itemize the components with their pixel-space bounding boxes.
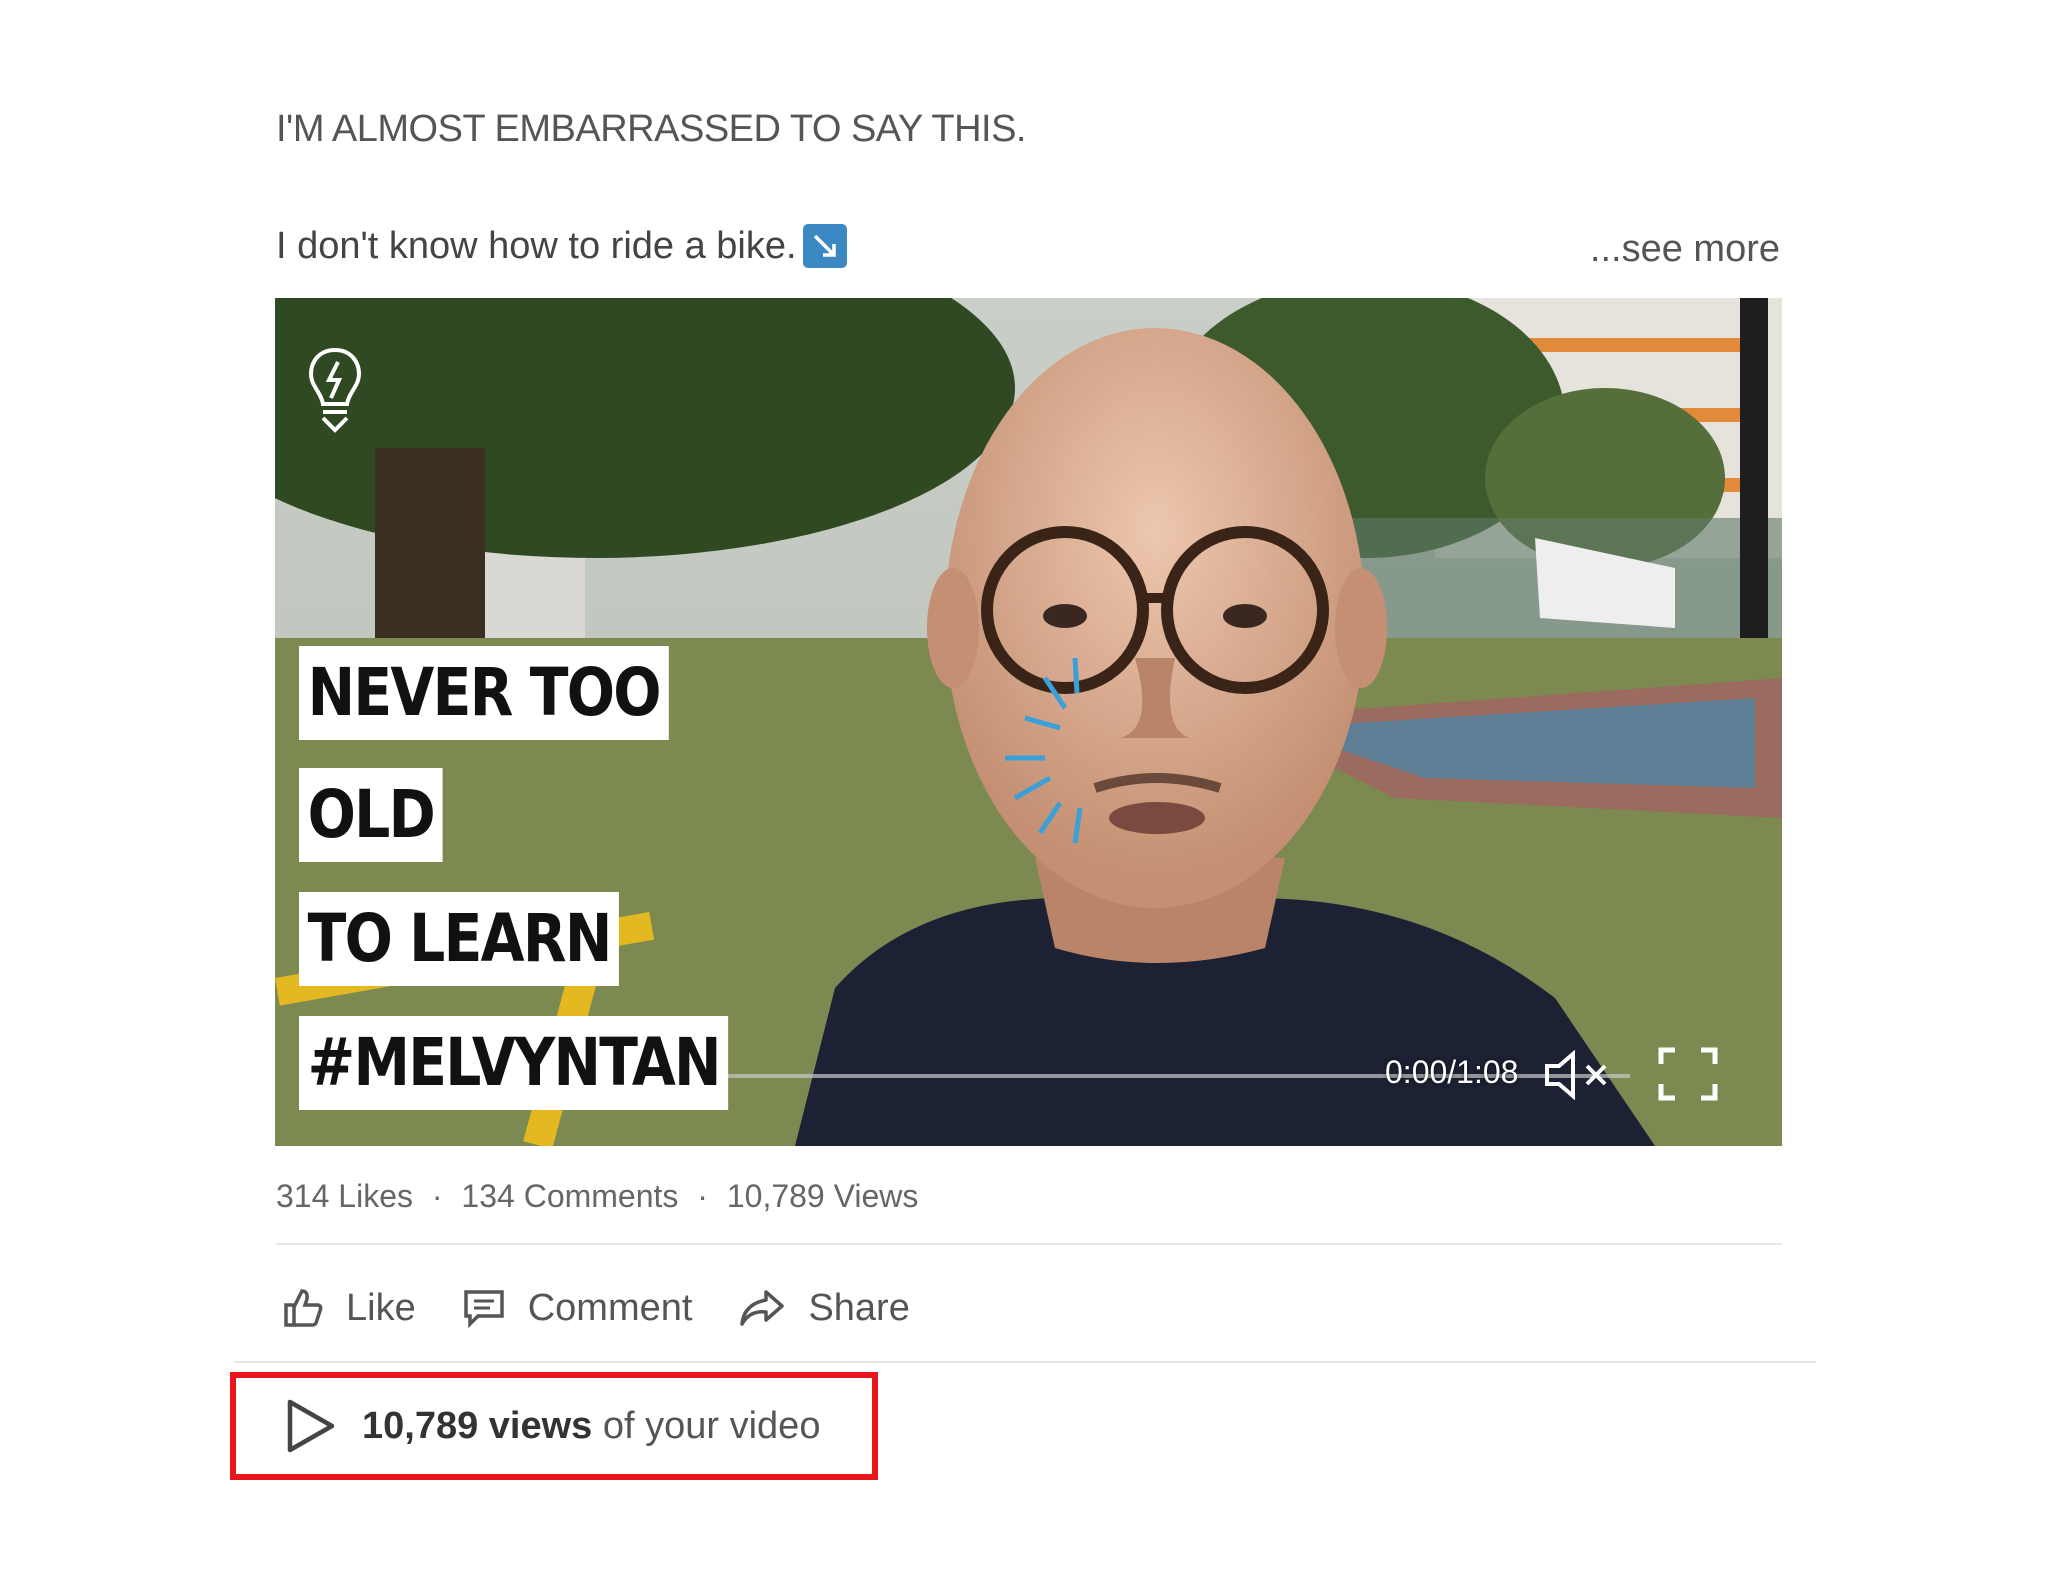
video-views-callout[interactable]: 10,789 views of your video <box>230 1372 878 1480</box>
share-button[interactable]: Share <box>738 1286 910 1330</box>
overlay-line-4: #MELVYNTAN <box>299 1016 729 1110</box>
action-bar: Like Comment Share <box>282 1278 956 1338</box>
video-time: 0:00/1:08 <box>1385 1054 1519 1090</box>
post-body-text: I don't know how to ride a bike. <box>276 224 797 267</box>
views-callout-text: 10,789 views of your video <box>362 1405 820 1448</box>
share-label: Share <box>808 1286 910 1329</box>
comment-label: Comment <box>527 1286 693 1329</box>
overlay-line-2: OLD <box>299 768 443 862</box>
likes-count[interactable]: 314 Likes <box>276 1178 413 1214</box>
thumbs-up-icon <box>284 1289 323 1327</box>
post-body: I don't know how to ride a bike. <box>276 224 847 268</box>
share-arrow-icon <box>740 1290 785 1326</box>
comment-button[interactable]: Comment <box>462 1286 693 1330</box>
fullscreen-icon[interactable] <box>1657 1046 1719 1102</box>
post-stats: 314 Likes · 134 Comments · 10,789 Views <box>276 1178 918 1215</box>
views-callout-count: 10,789 views <box>362 1404 593 1447</box>
linkedin-post: I'M ALMOST EMBARRASSED TO SAY THIS. I do… <box>0 0 2048 1582</box>
stats-separator: · <box>431 1178 443 1214</box>
comment-icon <box>463 1290 504 1328</box>
overlay-line-3: TO LEARN <box>299 892 620 986</box>
like-button[interactable]: Like <box>282 1287 416 1330</box>
divider <box>276 1243 1782 1245</box>
video-player[interactable]: NEVER TOO OLD TO LEARN #MELVYNTAN 0:00/1… <box>275 298 1782 1146</box>
post-headline: I'M ALMOST EMBARRASSED TO SAY THIS. <box>276 108 1026 150</box>
views-callout-suffix: of your video <box>602 1404 821 1447</box>
lightbulb-logo-icon <box>308 347 362 433</box>
overlay-line-1: NEVER TOO <box>299 646 669 740</box>
comments-count[interactable]: 134 Comments <box>461 1178 678 1214</box>
like-label: Like <box>346 1286 416 1329</box>
play-icon <box>287 1399 335 1453</box>
mute-icon[interactable] <box>1543 1050 1613 1100</box>
see-more-link[interactable]: ...see more <box>1590 228 1780 271</box>
divider <box>234 1361 1816 1363</box>
stats-separator: · <box>697 1178 708 1214</box>
views-count: 10,789 Views <box>726 1178 919 1214</box>
arrow-down-right-icon <box>802 224 847 268</box>
